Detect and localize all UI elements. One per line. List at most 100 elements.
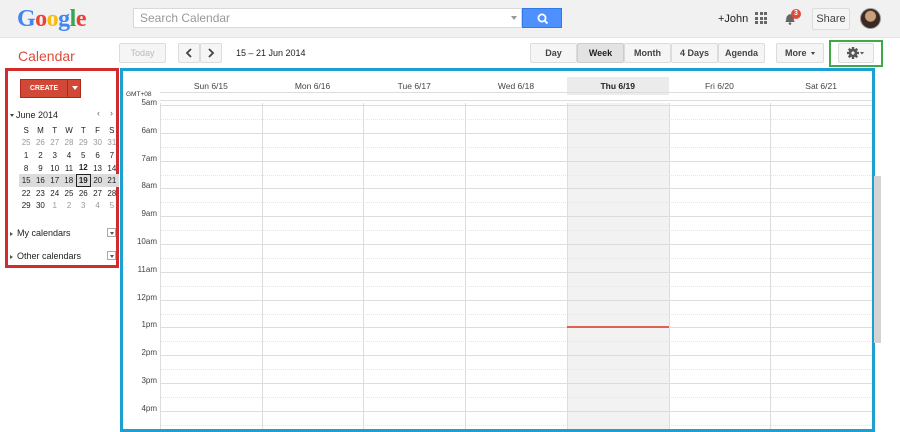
avatar[interactable] (860, 8, 881, 29)
mini-calendar-day[interactable]: 29 (76, 137, 90, 150)
mini-calendar-day[interactable]: 11 (62, 162, 76, 175)
half-hour-gridline (160, 341, 872, 343)
mini-calendar-day[interactable]: 14 (105, 162, 119, 175)
mini-calendar-day[interactable]: 4 (90, 200, 104, 213)
mini-calendar-day[interactable]: 30 (90, 137, 104, 150)
my-calendars-dropdown-icon[interactable] (107, 228, 116, 237)
mini-calendar-day[interactable]: 26 (33, 137, 47, 150)
mini-calendar-day[interactable]: 16 (33, 174, 48, 187)
view-day-button[interactable]: Day (530, 43, 577, 63)
mini-prev-month-chevron-left-icon[interactable]: ‹ (97, 108, 100, 118)
apps-grid-icon[interactable] (755, 12, 767, 24)
mini-calendar-day[interactable]: 5 (76, 149, 90, 162)
mini-calendar-day[interactable]: 2 (62, 200, 76, 213)
half-hour-gridline (160, 146, 872, 148)
mini-calendar-day[interactable]: 12 (76, 162, 90, 175)
day-column-divider (465, 103, 467, 429)
search-options-caret-icon[interactable] (511, 16, 517, 20)
all-day-row[interactable] (160, 92, 872, 101)
mini-calendar-day[interactable]: 28 (105, 187, 119, 200)
mini-calendar-day[interactable]: 1 (48, 200, 62, 213)
chevron-left-icon (185, 48, 192, 58)
time-grid-scrollbar[interactable] (874, 176, 881, 343)
mini-calendar-day[interactable]: 25 (62, 187, 76, 200)
hour-label: 6am (141, 125, 157, 135)
mini-calendar-day[interactable]: 6 (90, 149, 104, 162)
hour-gridline (160, 188, 872, 190)
create-button[interactable]: CREATE (20, 79, 81, 98)
mini-calendar-day[interactable]: 24 (48, 187, 62, 200)
day-column-divider (566, 103, 568, 429)
half-hour-gridline (160, 174, 872, 176)
day-column-divider (363, 103, 365, 429)
settings-highlight-box (829, 40, 883, 67)
more-chevron-down-icon (811, 52, 816, 56)
my-calendars-toggle[interactable]: My calendars (10, 228, 71, 238)
hour-gridline (160, 410, 872, 412)
week-view: Sun 6/15 Mon 6/16 Tue 6/17 Wed 6/18 Thu 6/19… (120, 68, 875, 432)
top-bar: Google Search Calendar +John 3 Share (0, 0, 900, 38)
logo-letter: o (46, 6, 59, 32)
hour-label: 2pm (141, 348, 157, 358)
mini-calendar-day[interactable]: 5 (105, 200, 119, 213)
mini-calendar-day[interactable]: 22 (19, 187, 33, 200)
prev-period-button[interactable] (178, 43, 200, 63)
mini-calendar-month-label: June 2014 (16, 110, 59, 120)
mini-calendar-day[interactable]: 27 (90, 187, 104, 200)
logo-letter: e (75, 6, 87, 32)
share-button[interactable]: Share (812, 8, 850, 30)
mini-calendar-day[interactable]: 23 (33, 187, 47, 200)
mini-calendar-month-toggle[interactable]: June 2014 (10, 110, 58, 120)
mini-calendar-day[interactable]: 13 (90, 162, 104, 175)
today-button[interactable]: Today (119, 43, 166, 63)
mini-calendar-day[interactable]: 31 (105, 137, 119, 150)
mini-calendar-day[interactable]: 25 (19, 137, 33, 150)
google-logo[interactable]: Google (17, 6, 87, 33)
time-grid[interactable]: 5am 6am 7am 8am 9am 10am 11am 12pm 1pm 2pm 3pm 4pm (123, 98, 872, 429)
mini-calendar-day[interactable]: 3 (48, 149, 62, 162)
view-week-button[interactable]: Week (577, 43, 624, 63)
mini-calendar-day[interactable]: 2 (33, 149, 47, 162)
mini-calendar-day[interactable]: 21 (104, 174, 119, 187)
search-input[interactable]: Search Calendar (133, 8, 522, 28)
mini-calendar-day[interactable]: 3 (76, 200, 90, 213)
create-dropdown-chevron-down-icon[interactable] (72, 86, 78, 90)
mini-calendar-day[interactable]: 26 (76, 187, 90, 200)
hour-gridline (160, 105, 872, 106)
mini-calendar-day[interactable]: 10 (48, 162, 62, 175)
next-period-button[interactable] (200, 43, 222, 63)
mini-calendar-day[interactable]: 1 (19, 149, 33, 162)
mini-calendar-day[interactable]: 29 (19, 200, 33, 213)
user-profile-link[interactable]: +John (718, 13, 748, 25)
half-hour-gridline (160, 257, 872, 259)
view-month-button[interactable]: Month (624, 43, 671, 63)
mini-calendar-day[interactable]: 7 (105, 149, 119, 162)
mini-calendar-day[interactable]: 17 (47, 174, 62, 187)
other-calendars-dropdown-icon[interactable] (107, 251, 116, 260)
more-views-button[interactable]: More (776, 43, 824, 63)
search-icon (537, 13, 549, 25)
other-calendars-toggle[interactable]: Other calendars (10, 251, 81, 261)
mini-calendar-day[interactable]: 28 (62, 137, 76, 150)
mini-calendar-day[interactable]: 19 (75, 173, 91, 188)
mini-calendar-day[interactable]: 9 (33, 162, 47, 175)
mini-calendar-day[interactable]: 30 (33, 200, 47, 213)
mini-calendar-day[interactable]: 15 (19, 174, 34, 187)
weekday-header: T (52, 125, 58, 135)
notification-count-badge[interactable]: 3 (791, 9, 801, 19)
view-4days-button[interactable]: 4 Days (671, 43, 718, 63)
mini-calendar-day[interactable]: 20 (90, 174, 105, 187)
sidebar: CREATE June 2014 ‹ › S M T W T F S 25 26 27 28 29 30… (5, 68, 119, 268)
mini-calendar-day[interactable]: 27 (48, 137, 62, 150)
hour-label: 12pm (136, 292, 157, 302)
mini-calendar-day[interactable]: 8 (19, 162, 33, 175)
mini-next-month-chevron-right-icon[interactable]: › (110, 108, 113, 118)
day-column-divider (261, 103, 263, 429)
mini-calendar-day[interactable]: 4 (62, 149, 76, 162)
timezone-label: GMT+08 (126, 91, 152, 98)
hour-label: 3pm (141, 376, 157, 385)
view-agenda-button[interactable]: Agenda (718, 43, 765, 63)
mini-calendar-day[interactable]: 18 (61, 174, 77, 187)
half-hour-gridline (160, 424, 872, 426)
search-button[interactable] (522, 8, 562, 28)
